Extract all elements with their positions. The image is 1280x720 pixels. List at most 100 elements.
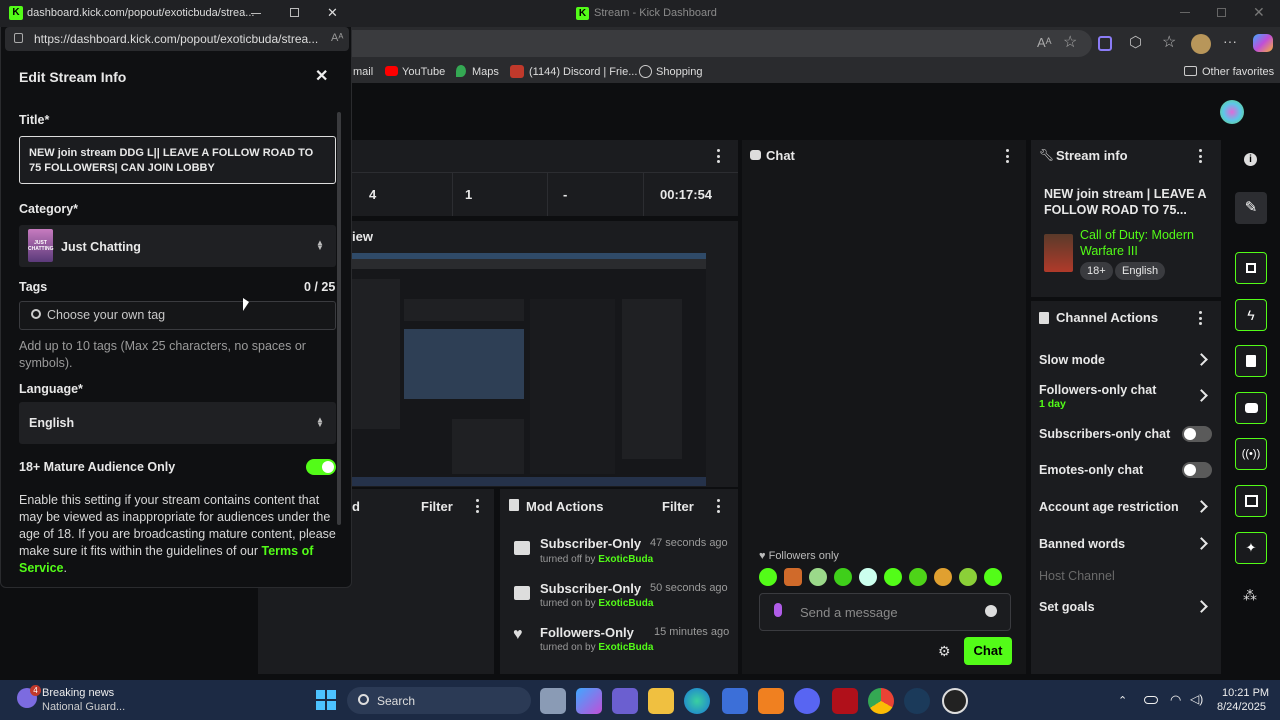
lower-left-menu-icon[interactable] <box>475 499 479 513</box>
close-window-icon[interactable]: ✕ <box>1253 4 1265 21</box>
maximize-icon[interactable] <box>1217 8 1226 17</box>
edge-icon[interactable] <box>684 688 710 714</box>
chat-bubble-icon[interactable] <box>1235 392 1267 424</box>
stream-title: NEW join stream | LEAVE A FOLLOW ROAD TO… <box>1044 187 1207 217</box>
volume-icon[interactable]: ◁) <box>1190 692 1203 706</box>
popout-maximize-icon[interactable] <box>290 8 299 17</box>
stat-value: - <box>563 187 568 202</box>
followers-only-row[interactable]: Followers-only chat <box>1039 383 1156 397</box>
emote[interactable] <box>759 568 777 586</box>
read-aloud-icon[interactable]: Aᴬ <box>1037 35 1052 50</box>
mod-action-user[interactable]: ExoticBuda <box>598 642 653 653</box>
copilot-taskbar-icon[interactable] <box>576 688 602 714</box>
news-subtitle[interactable]: National Guard... <box>42 701 125 713</box>
taskbar-search[interactable] <box>347 687 531 714</box>
emote[interactable] <box>784 568 802 586</box>
tray-date[interactable]: 8/24/2025 <box>1217 701 1266 713</box>
user-avatar[interactable] <box>1220 100 1244 124</box>
document-icon[interactable] <box>1235 345 1267 377</box>
emote[interactable] <box>959 568 977 586</box>
emote[interactable] <box>834 568 852 586</box>
start-tile <box>327 690 336 699</box>
tray-time[interactable]: 10:21 PM <box>1222 687 1269 699</box>
emote[interactable] <box>934 568 952 586</box>
lightning-icon[interactable]: ϟ <box>1235 299 1267 331</box>
wifi-icon[interactable]: ◠ <box>1170 692 1181 708</box>
teams-icon[interactable] <box>612 688 638 714</box>
chat-menu-icon[interactable] <box>1005 149 1009 163</box>
mod-actions-menu-icon[interactable] <box>716 499 720 513</box>
edit-pencil-icon[interactable]: ✎ <box>1235 192 1267 224</box>
popout-scrollbar[interactable] <box>337 112 341 525</box>
channel-actions-menu-icon[interactable] <box>1198 311 1202 325</box>
discord-icon[interactable] <box>794 688 820 714</box>
tools-wrench-icon[interactable]: ✦ <box>1235 532 1267 564</box>
task-view-icon[interactable] <box>540 688 566 714</box>
extension-shield-icon[interactable] <box>1098 36 1112 51</box>
chat-settings-gear-icon[interactable]: ⚙ <box>938 643 951 660</box>
mod-view-icon[interactable] <box>1235 485 1267 517</box>
stat-value: 00:17:54 <box>660 187 713 202</box>
steam-icon[interactable] <box>904 688 930 714</box>
chat-send-button[interactable]: Chat <box>964 637 1012 665</box>
popout-read-aloud-icon[interactable]: Aᴬ <box>331 32 343 44</box>
emoji-icon[interactable] <box>985 605 997 617</box>
emote[interactable] <box>809 568 827 586</box>
banned-words-row[interactable]: Banned words <box>1039 537 1125 551</box>
screenshot-icon[interactable] <box>1235 252 1267 284</box>
close-dialog-icon[interactable]: ✕ <box>315 66 328 86</box>
mod-actions-filter[interactable]: Filter <box>662 499 694 514</box>
emote[interactable] <box>884 568 902 586</box>
address-bar[interactable] <box>352 30 1092 57</box>
tray-chevron-up-icon[interactable]: ⌃ <box>1118 694 1127 707</box>
account-age-row[interactable]: Account age restriction <box>1039 500 1179 514</box>
other-favorites[interactable]: Other favorites <box>1202 66 1274 78</box>
favorites-icon[interactable]: ☆ <box>1162 32 1176 52</box>
slow-mode-row[interactable]: Slow mode <box>1039 353 1105 367</box>
bookmark-maps[interactable]: Maps <box>472 66 499 78</box>
mod-action-verb: turned off by <box>540 554 596 565</box>
mic-icon[interactable] <box>774 603 782 617</box>
terms-period: . <box>63 561 67 575</box>
bookmark-youtube[interactable]: YouTube <box>402 66 445 78</box>
lower-left-filter[interactable]: Filter <box>421 499 453 514</box>
bookmark-shopping[interactable]: Shopping <box>656 66 703 78</box>
emote[interactable] <box>984 568 1002 586</box>
emote[interactable] <box>909 568 927 586</box>
nodes-icon[interactable]: ⁂ <box>1243 587 1257 604</box>
emote[interactable] <box>859 568 877 586</box>
popout-minimize-icon[interactable] <box>251 13 261 14</box>
emotes-only-toggle[interactable] <box>1182 462 1212 478</box>
favorite-star-icon[interactable]: ☆ <box>1063 32 1077 52</box>
set-goals-row[interactable]: Set goals <box>1039 600 1095 614</box>
category-thumbnail-just-chatting: JUST CHATTING <box>28 229 53 262</box>
tray-cloud-icon[interactable] <box>1144 696 1158 704</box>
minimize-icon[interactable] <box>1180 12 1190 13</box>
copilot-icon[interactable] <box>1253 34 1273 52</box>
bookmark-mail[interactable]: mail <box>353 66 373 78</box>
news-title[interactable]: Breaking news <box>42 687 114 699</box>
subscribers-only-toggle[interactable] <box>1182 426 1212 442</box>
popout-close-icon[interactable]: ✕ <box>327 5 338 21</box>
mature-toggle[interactable] <box>306 459 336 475</box>
tags-help: Add up to 10 tags (Max 25 characters, no… <box>19 339 306 370</box>
obs-icon[interactable] <box>942 688 968 714</box>
stream-category[interactable]: Call of Duty: Modern Warfare III <box>1080 227 1210 259</box>
more-icon[interactable]: ··· <box>1223 33 1237 49</box>
broadcast-icon[interactable]: ((•)) <box>1235 438 1267 470</box>
file-explorer-icon[interactable] <box>648 688 674 714</box>
subscribers-only-row: Subscribers-only chat <box>1039 427 1171 441</box>
profile-avatar[interactable] <box>1191 34 1211 54</box>
chrome-icon[interactable] <box>868 688 894 714</box>
stream-info-menu-icon[interactable] <box>1198 149 1202 163</box>
bookmark-discord[interactable]: (1144) Discord | Frie... <box>529 66 637 78</box>
info-icon[interactable]: i <box>1244 153 1257 166</box>
windows-start-icon[interactable] <box>316 690 336 710</box>
vlc-icon[interactable] <box>758 688 784 714</box>
extensions-icon[interactable]: ⬡ <box>1129 33 1142 51</box>
store-icon[interactable] <box>722 688 748 714</box>
stats-menu-icon[interactable] <box>716 149 720 163</box>
mod-action-user[interactable]: ExoticBuda <box>598 554 653 565</box>
netflix-icon[interactable] <box>832 688 858 714</box>
mod-action-user[interactable]: ExoticBuda <box>598 598 653 609</box>
